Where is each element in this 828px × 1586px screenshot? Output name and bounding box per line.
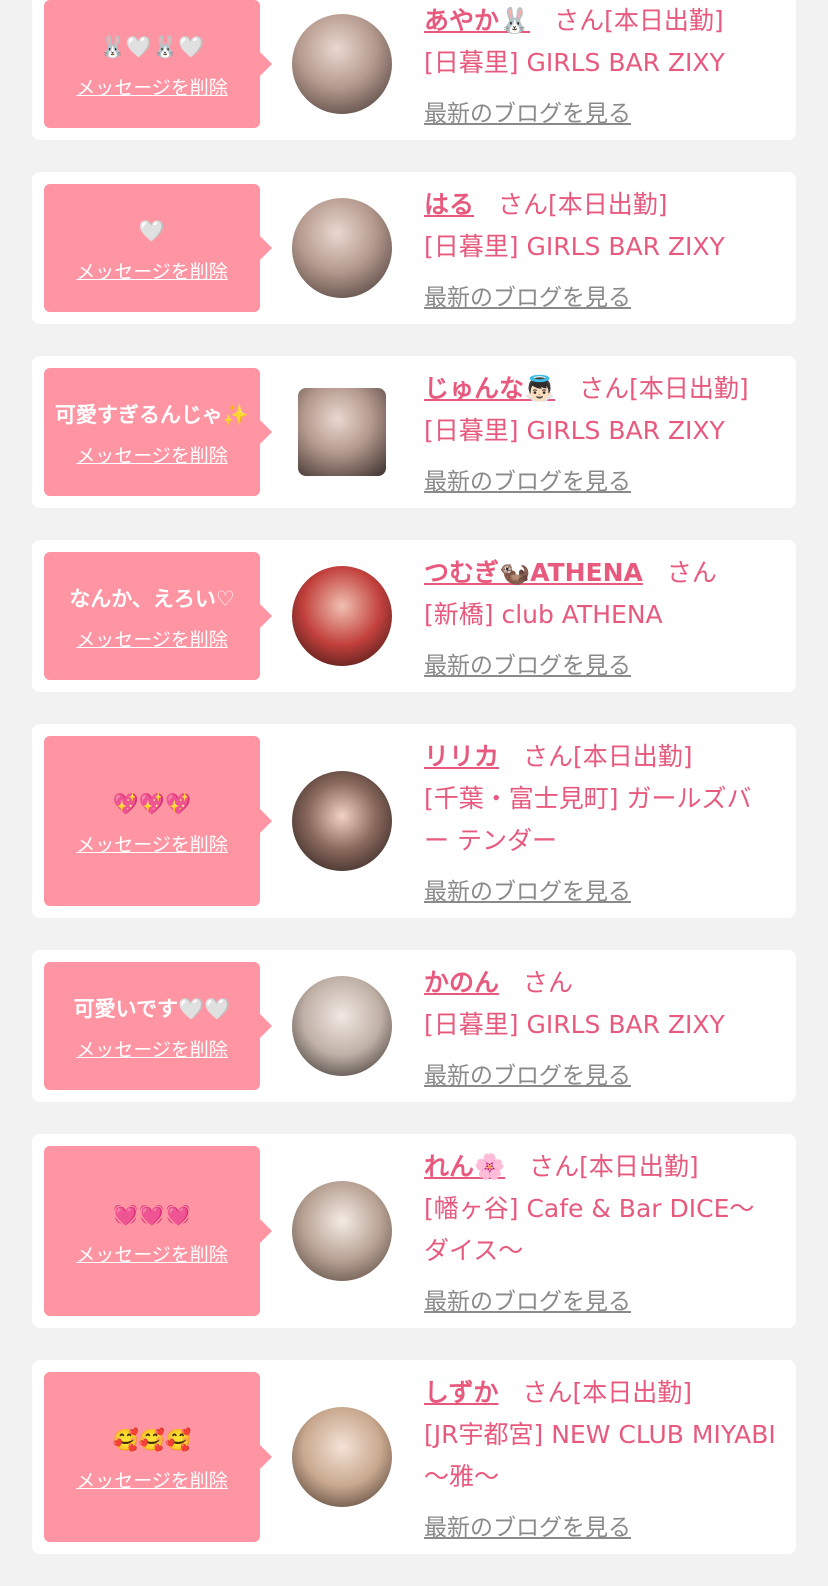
message-text: 可愛いです🤍🤍 xyxy=(73,996,231,1021)
cast-name-link[interactable]: かのん xyxy=(424,968,499,997)
message-bubble: なんか、えろい♡ メッセージを削除 xyxy=(44,552,272,680)
avatar[interactable] xyxy=(292,976,392,1076)
cast-name-link[interactable]: つむぎ🦦ATHENA xyxy=(424,558,643,587)
delete-message-link[interactable]: メッセージを削除 xyxy=(76,441,228,468)
avatar[interactable] xyxy=(292,1407,392,1507)
status-text: さん[本日出勤] xyxy=(579,374,749,403)
message-bubble: 🥰🥰🥰 メッセージを削除 xyxy=(44,1372,272,1542)
shop-name: [新橋] club ATHENA xyxy=(424,600,663,629)
latest-blog-link[interactable]: 最新のブログを見る xyxy=(424,1282,631,1316)
cast-name-link[interactable]: リリカ xyxy=(424,742,499,771)
delete-message-link[interactable]: メッセージを削除 xyxy=(76,1240,228,1267)
cast-name-link[interactable]: しずか xyxy=(424,1378,499,1407)
shop-name: [日暮里] GIRLS BAR ZIXY xyxy=(424,1010,725,1039)
latest-blog-link[interactable]: 最新のブログを見る xyxy=(424,1056,631,1090)
status-text: さん xyxy=(666,558,717,587)
cast-name-link[interactable]: じゅんな👼🏻 xyxy=(424,374,555,403)
message-bubble: 💓💓💓 メッセージを削除 xyxy=(44,1146,272,1316)
shop-name: [千葉・富士見町] ガールズバー テンダー xyxy=(424,784,752,855)
shop-name: [日暮里] GIRLS BAR ZIXY xyxy=(424,48,725,77)
message-card: 🐰🤍🐰🤍 メッセージを削除 あやか🐰 さん[本日出勤] [日暮里] GIRLS B… xyxy=(32,0,796,140)
message-bubble: 可愛いです🤍🤍 メッセージを削除 xyxy=(44,962,272,1090)
latest-blog-link[interactable]: 最新のブログを見る xyxy=(424,94,631,128)
shop-name: [幡ヶ谷] Cafe & Bar DICE〜ダイス〜 xyxy=(424,1194,755,1265)
message-text: 可愛すぎるんじゃ✨ xyxy=(54,402,250,427)
message-text: 🐰🤍🐰🤍 xyxy=(99,34,205,59)
message-bubble: 💖💖💖 メッセージを削除 xyxy=(44,736,272,906)
delete-message-link[interactable]: メッセージを削除 xyxy=(76,830,228,857)
avatar[interactable] xyxy=(292,1181,392,1281)
message-card: 🥰🥰🥰 メッセージを削除 しずか さん[本日出勤] [JR宇都宮] NEW CLU… xyxy=(32,1360,796,1554)
shop-name: [JR宇都宮] NEW CLUB MIYABI 〜雅〜 xyxy=(424,1420,776,1491)
status-text: さん[本日出勤] xyxy=(523,742,693,771)
message-text: 💓💓💓 xyxy=(112,1201,192,1226)
delete-message-link[interactable]: メッセージを削除 xyxy=(76,625,228,652)
avatar[interactable] xyxy=(292,771,392,871)
message-bubble: 🐰🤍🐰🤍 メッセージを削除 xyxy=(44,0,272,128)
latest-blog-link[interactable]: 最新のブログを見る xyxy=(424,646,631,680)
avatar[interactable] xyxy=(292,198,392,298)
message-text: 💖💖💖 xyxy=(112,791,192,816)
delete-message-link[interactable]: メッセージを削除 xyxy=(76,1466,228,1493)
status-text: さん xyxy=(523,968,574,997)
message-text: なんか、えろい♡ xyxy=(69,586,235,611)
message-card: なんか、えろい♡ メッセージを削除 つむぎ🦦ATHENA さん [新橋] club… xyxy=(32,540,796,692)
avatar[interactable] xyxy=(298,388,386,476)
message-text: 🤍 xyxy=(138,218,166,243)
avatar[interactable] xyxy=(292,566,392,666)
message-text: 🥰🥰🥰 xyxy=(112,1427,192,1452)
shop-name: [日暮里] GIRLS BAR ZIXY xyxy=(424,416,725,445)
cast-name-link[interactable]: はる xyxy=(424,190,474,219)
message-card: 🤍 メッセージを削除 はる さん[本日出勤] [日暮里] GIRLS BAR ZI… xyxy=(32,172,796,324)
shop-name: [日暮里] GIRLS BAR ZIXY xyxy=(424,232,725,261)
cast-name-link[interactable]: れん🌸 xyxy=(424,1152,505,1181)
status-text: さん[本日出勤] xyxy=(529,1152,699,1181)
latest-blog-link[interactable]: 最新のブログを見る xyxy=(424,1508,631,1542)
message-bubble: 可愛すぎるんじゃ✨ メッセージを削除 xyxy=(44,368,272,496)
message-list: 🐰🤍🐰🤍 メッセージを削除 あやか🐰 さん[本日出勤] [日暮里] GIRLS B… xyxy=(0,0,828,1586)
status-text: さん[本日出勤] xyxy=(554,6,724,35)
message-card: 可愛すぎるんじゃ✨ メッセージを削除 じゅんな👼🏻 さん[本日出勤] [日暮里] … xyxy=(32,356,796,508)
message-card: 可愛いです🤍🤍 メッセージを削除 かのん さん [日暮里] GIRLS BAR Z… xyxy=(32,950,796,1102)
latest-blog-link[interactable]: 最新のブログを見る xyxy=(424,872,631,906)
delete-message-link[interactable]: メッセージを削除 xyxy=(76,1035,228,1062)
latest-blog-link[interactable]: 最新のブログを見る xyxy=(424,462,631,496)
delete-message-link[interactable]: メッセージを削除 xyxy=(76,257,228,284)
cast-name-link[interactable]: あやか🐰 xyxy=(424,6,530,35)
delete-message-link[interactable]: メッセージを削除 xyxy=(76,73,228,100)
message-card: 💖💖💖 メッセージを削除 リリカ さん[本日出勤] [千葉・富士見町] ガールズバ… xyxy=(32,724,796,918)
message-bubble: 🤍 メッセージを削除 xyxy=(44,184,272,312)
latest-blog-link[interactable]: 最新のブログを見る xyxy=(424,278,631,312)
message-card: 💓💓💓 メッセージを削除 れん🌸 さん[本日出勤] [幡ヶ谷] Cafe & Ba… xyxy=(32,1134,796,1328)
avatar[interactable] xyxy=(292,14,392,114)
status-text: さん[本日出勤] xyxy=(522,1378,693,1407)
status-text: さん[本日出勤] xyxy=(498,190,668,219)
